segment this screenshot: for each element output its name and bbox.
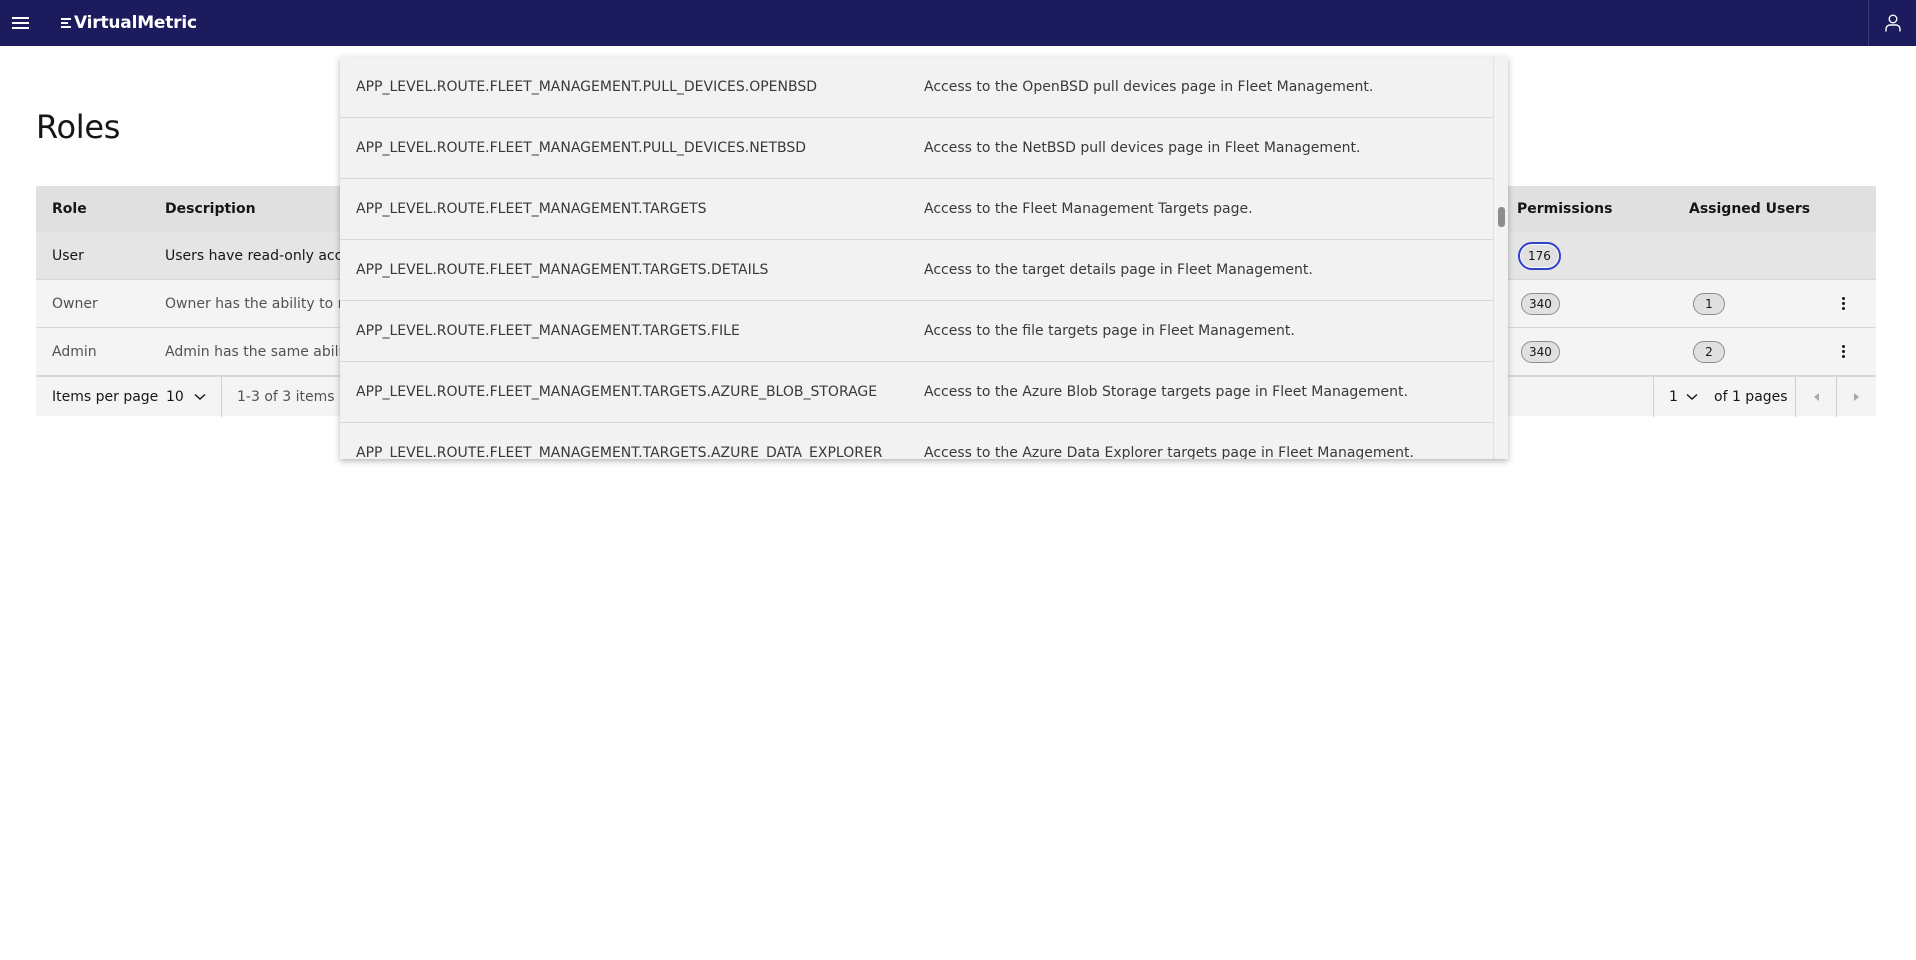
permission-description: Access to the Azure Blob Storage targets… xyxy=(924,384,1408,400)
top-header: VirtualMetric xyxy=(0,0,1916,46)
chevron-down-icon xyxy=(1686,393,1698,400)
list-item: APP_LEVEL.ROUTE.FLEET_MANAGEMENT.PULL_DE… xyxy=(340,57,1493,118)
permissions-popover: APP_LEVEL.ROUTE.FLEET_MANAGEMENT.PULL_DE… xyxy=(340,57,1508,459)
scrollbar-thumb[interactable] xyxy=(1498,207,1505,227)
permission-description: Access to the OpenBSD pull devices page … xyxy=(924,79,1374,95)
permission-key: APP_LEVEL.ROUTE.FLEET_MANAGEMENT.PULL_DE… xyxy=(356,79,817,95)
list-item: APP_LEVEL.ROUTE.FLEET_MANAGEMENT.TARGETS… xyxy=(340,301,1493,362)
page-title: Roles xyxy=(36,108,121,146)
permission-key: APP_LEVEL.ROUTE.FLEET_MANAGEMENT.TARGETS… xyxy=(356,445,883,459)
permission-key: APP_LEVEL.ROUTE.FLEET_MANAGEMENT.PULL_DE… xyxy=(356,140,807,156)
role-description: Admin has the same abilitie xyxy=(165,343,361,360)
chevron-down-icon xyxy=(194,393,206,400)
list-item: APP_LEVEL.ROUTE.FLEET_MANAGEMENT.PULL_DE… xyxy=(340,118,1493,179)
permission-key: APP_LEVEL.ROUTE.FLEET_MANAGEMENT.TARGETS xyxy=(356,201,707,217)
role-name: Admin xyxy=(52,343,97,360)
previous-page-button[interactable] xyxy=(1796,377,1836,417)
divider xyxy=(1653,377,1654,417)
permission-description: Access to the Azure Data Explorer target… xyxy=(924,445,1414,459)
role-name: Owner xyxy=(52,295,98,312)
app-name: VirtualMetric xyxy=(74,13,197,33)
caret-right-icon xyxy=(1854,392,1859,401)
column-header-role[interactable]: Role xyxy=(52,201,87,217)
permissions-count-tag[interactable]: 176 xyxy=(1518,241,1561,270)
assigned-users-count-tag[interactable]: 1 xyxy=(1693,292,1725,315)
permission-description: Access to the target details page in Fle… xyxy=(924,262,1313,278)
role-description: Owner has the ability to rea xyxy=(165,295,361,312)
user-profile-icon[interactable] xyxy=(1868,0,1916,46)
logo-mark-icon xyxy=(61,18,71,28)
list-item: APP_LEVEL.ROUTE.FLEET_MANAGEMENT.TARGETS… xyxy=(340,240,1493,301)
list-item: APP_LEVEL.ROUTE.FLEET_MANAGEMENT.TARGETS… xyxy=(340,362,1493,423)
permission-key: APP_LEVEL.ROUTE.FLEET_MANAGEMENT.TARGETS… xyxy=(356,384,878,400)
role-description: Users have read-only acces xyxy=(165,247,359,264)
items-per-page-select[interactable]: 10 xyxy=(166,389,206,405)
page-number-value: 1 xyxy=(1669,388,1678,405)
permission-description: Access to the NetBSD pull devices page i… xyxy=(924,140,1361,156)
popover-scrollbar[interactable] xyxy=(1493,57,1508,459)
page-number-select[interactable]: 1 xyxy=(1669,389,1698,405)
items-range-text: 1-3 of 3 items xyxy=(237,388,335,405)
column-header-assigned-users[interactable]: Assigned Users xyxy=(1689,201,1810,217)
list-item: APP_LEVEL.ROUTE.FLEET_MANAGEMENT.TARGETS… xyxy=(340,423,1493,459)
permission-description: Access to the file targets page in Fleet… xyxy=(924,323,1295,339)
permissions-list: APP_LEVEL.ROUTE.FLEET_MANAGEMENT.PULL_DE… xyxy=(340,57,1493,459)
app-logo[interactable]: VirtualMetric xyxy=(61,13,197,33)
total-pages-text: of 1 pages xyxy=(1714,388,1788,405)
role-name: User xyxy=(52,247,84,264)
items-per-page-value: 10 xyxy=(166,388,184,405)
permission-key: APP_LEVEL.ROUTE.FLEET_MANAGEMENT.TARGETS… xyxy=(356,262,769,278)
permissions-count-tag[interactable]: 340 xyxy=(1521,292,1560,315)
list-item: APP_LEVEL.ROUTE.FLEET_MANAGEMENT.TARGETS… xyxy=(340,179,1493,240)
caret-left-icon xyxy=(1813,392,1819,401)
permissions-count-tag[interactable]: 340 xyxy=(1521,340,1560,363)
overflow-menu-icon[interactable] xyxy=(1833,294,1853,314)
permission-description: Access to the Fleet Management Targets p… xyxy=(924,201,1253,217)
overflow-menu-icon[interactable] xyxy=(1833,342,1853,362)
items-per-page-label: Items per page xyxy=(52,388,159,405)
column-header-permissions[interactable]: Permissions xyxy=(1517,201,1612,217)
assigned-users-count-tag[interactable]: 2 xyxy=(1693,340,1725,363)
column-header-description[interactable]: Description xyxy=(165,201,256,217)
hamburger-menu-icon[interactable] xyxy=(0,0,40,46)
permission-key: APP_LEVEL.ROUTE.FLEET_MANAGEMENT.TARGETS… xyxy=(356,323,740,339)
divider xyxy=(221,377,222,417)
next-page-button[interactable] xyxy=(1837,377,1876,417)
